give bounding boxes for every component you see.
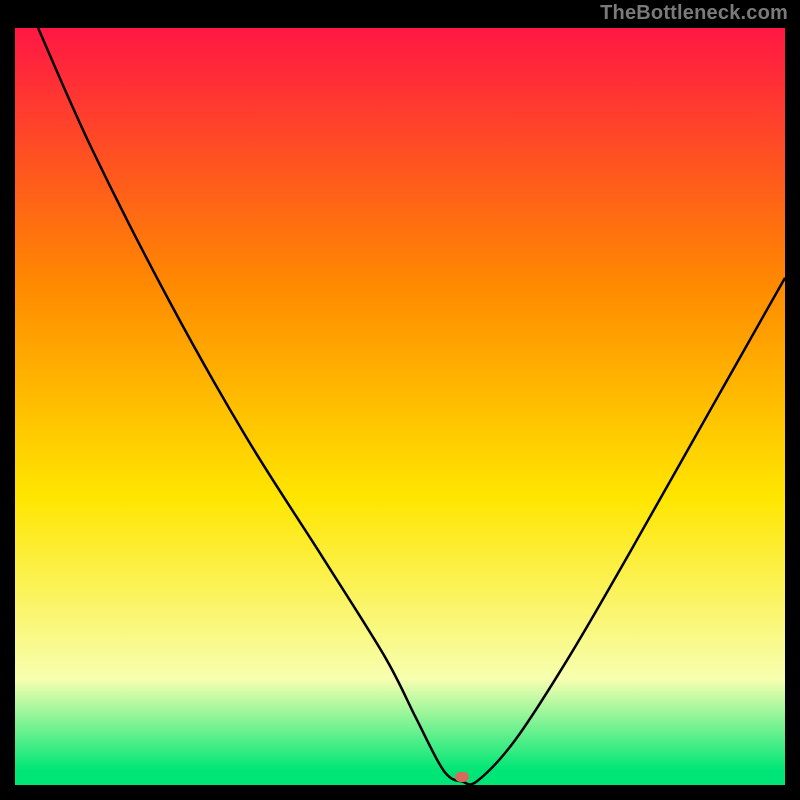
- chart-background: [15, 28, 785, 785]
- optimal-point-marker: [455, 772, 469, 782]
- chart-frame: [15, 28, 785, 785]
- bottleneck-chart: [15, 28, 785, 785]
- watermark-text: TheBottleneck.com: [600, 2, 788, 25]
